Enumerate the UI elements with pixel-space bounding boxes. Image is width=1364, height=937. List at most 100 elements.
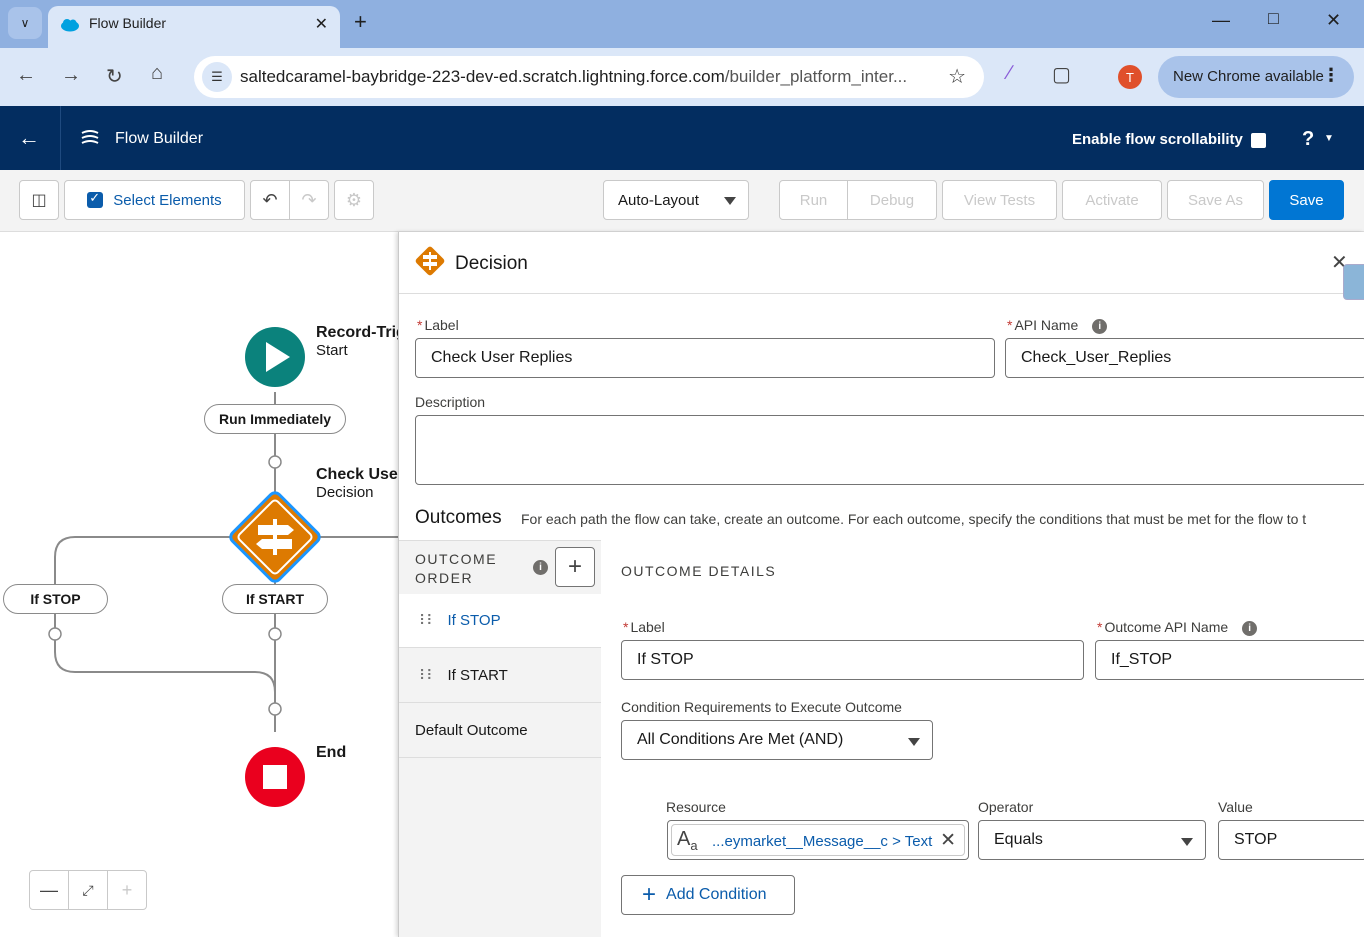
info-icon[interactable]: i <box>1242 620 1258 636</box>
api-name-field-label: * API Name i <box>1007 317 1108 334</box>
outcome-item-default[interactable]: Default Outcome <box>399 704 601 758</box>
condition-requirements-label: Condition Requirements to Execute Outcom… <box>621 699 902 715</box>
label-field-label: * Label <box>417 317 459 333</box>
more-menu-icon: ⋮ <box>1322 65 1340 85</box>
minimize-icon[interactable]: — <box>1212 10 1230 31</box>
add-element-node <box>268 702 282 716</box>
back-arrow-icon[interactable]: ← <box>18 125 40 151</box>
label-input[interactable]: Check User Replies <box>415 338 995 378</box>
resource-field-label: Resource <box>666 799 726 815</box>
branch-if-start-pill[interactable]: If START <box>222 584 328 614</box>
value-field-label: Value <box>1218 799 1253 815</box>
toggle-panel-button[interactable]: ◫ <box>19 180 59 220</box>
extensions-icon[interactable]: ▢ <box>1052 62 1071 87</box>
info-icon[interactable]: i <box>533 560 548 575</box>
outcome-item-label: Default Outcome <box>415 722 528 739</box>
outcome-label-field-label: * Label <box>623 619 665 635</box>
branch-if-stop-pill[interactable]: If STOP <box>3 584 108 614</box>
remove-icon[interactable]: ✕ <box>940 829 956 852</box>
browser-tab-bar: ∨ Flow Builder ✕ + — □ ✕ <box>0 0 1364 48</box>
outcome-item-if-start[interactable]: ⠇⠇ If START <box>399 649 601 703</box>
stop-icon <box>263 765 287 789</box>
value-input[interactable]: STOP <box>1218 820 1364 860</box>
decision-icon <box>415 246 445 276</box>
outcome-api-name-input[interactable]: If_STOP <box>1095 640 1364 680</box>
settings-button[interactable]: ⚙ <box>334 180 374 220</box>
maximize-icon[interactable]: □ <box>1268 8 1279 29</box>
zoom-controls: — ⤢ + <box>29 870 147 910</box>
tab-close-icon[interactable]: ✕ <box>315 14 328 34</box>
outcome-label-input[interactable]: If STOP <box>621 640 1084 680</box>
outcome-order-list: OUTCOME ORDER i + ⠇⠇ If STOP ⠇⠇ If START … <box>399 540 601 937</box>
flow-logo-icon <box>81 130 99 144</box>
operator-field-label: Operator <box>978 799 1034 815</box>
view-tests-button[interactable]: View Tests <box>942 180 1057 220</box>
run-button[interactable]: Run <box>779 180 848 220</box>
select-elements-button[interactable]: Select Elements <box>64 180 245 220</box>
api-name-input[interactable]: Check_User_Replies <box>1005 338 1364 378</box>
drag-handle-icon[interactable]: ⠇⠇ <box>419 667 436 684</box>
info-icon[interactable]: i <box>1092 318 1108 334</box>
gear-icon: ⚙ <box>345 189 363 210</box>
new-tab-icon[interactable]: + <box>354 9 367 35</box>
run-immediately-pill[interactable]: Run Immediately <box>204 404 346 434</box>
forward-icon[interactable]: → <box>61 64 81 87</box>
outcome-item-if-stop[interactable]: ⠇⠇ If STOP <box>399 594 601 648</box>
description-textarea[interactable] <box>415 415 1364 485</box>
add-element-node <box>268 455 282 469</box>
help-icon[interactable]: ? <box>1302 128 1314 151</box>
salesforce-cloud-icon <box>61 19 79 32</box>
browser-tab[interactable]: Flow Builder ✕ <box>48 6 340 48</box>
outcomes-heading: Outcomes <box>415 507 502 528</box>
operator-select[interactable]: Equals <box>978 820 1206 860</box>
resource-pill[interactable]: Aa ...eymarket__Message__c > Text ✕ <box>671 824 965 856</box>
outcomes-description: For each path the flow can take, create … <box>521 511 1307 527</box>
window-close-icon[interactable]: ✕ <box>1326 10 1341 31</box>
tab-search-button[interactable]: ∨ <box>8 7 42 39</box>
address-bar[interactable]: ☰ saltedcaramel-baybridge-223-dev-ed.scr… <box>194 56 984 98</box>
zoom-in-button[interactable]: + <box>107 870 147 910</box>
add-outcome-button[interactable]: + <box>555 547 595 587</box>
save-button[interactable]: Save <box>1269 180 1344 220</box>
save-as-button[interactable]: Save As <box>1167 180 1264 220</box>
back-icon[interactable]: ← <box>16 64 36 87</box>
resource-value: ...eymarket__Message__c > Text <box>712 833 933 850</box>
debug-button[interactable]: Debug <box>847 180 937 220</box>
site-info-icon[interactable]: ☰ <box>202 62 232 92</box>
add-element-node <box>48 627 62 641</box>
pen-extension-icon[interactable]: ∕ <box>1008 62 1011 85</box>
end-node-label: End <box>316 744 347 761</box>
bookmark-star-icon[interactable]: ☆ <box>948 64 966 89</box>
activate-button[interactable]: Activate <box>1062 180 1162 220</box>
condition-requirements-select[interactable]: All Conditions Are Met (AND) <box>621 720 933 760</box>
fit-view-button[interactable]: ⤢ <box>68 870 108 910</box>
redo-button[interactable]: ↷ <box>289 180 329 220</box>
drag-handle-icon[interactable]: ⠇⠇ <box>419 612 436 629</box>
add-condition-button[interactable]: + Add Condition <box>621 875 795 915</box>
home-icon[interactable]: ⌂ <box>151 62 163 85</box>
text-type-icon: Aa <box>677 828 698 853</box>
app-title: Flow Builder <box>115 130 204 147</box>
description-field-label: Description <box>415 394 486 410</box>
plus-icon: + <box>642 881 657 908</box>
outcome-order-heading: OUTCOME ORDER <box>415 551 498 586</box>
undo-button[interactable]: ↶ <box>250 180 290 220</box>
outcome-api-name-field-label: * Outcome API Name i <box>1097 619 1258 636</box>
resource-combobox[interactable]: Aa ...eymarket__Message__c > Text ✕ <box>667 820 969 860</box>
outcome-item-label: If START <box>447 667 508 684</box>
caret-down-icon <box>1181 838 1193 846</box>
url-text[interactable]: saltedcaramel-baybridge-223-dev-ed.scrat… <box>240 67 907 87</box>
scrollability-label: Enable flow scrollability <box>1072 131 1243 148</box>
caret-down-icon <box>724 197 736 205</box>
zoom-out-button[interactable]: — <box>29 870 69 910</box>
new-chrome-available-button[interactable]: New Chrome available ⋮ <box>1158 56 1354 98</box>
tab-title: Flow Builder <box>89 15 167 31</box>
help-caret-icon[interactable]: ▼ <box>1324 133 1334 144</box>
scrollability-checkbox[interactable] <box>1251 133 1266 148</box>
reload-icon[interactable]: ↻ <box>106 64 123 89</box>
header-divider <box>60 106 61 170</box>
layout-select[interactable]: Auto-Layout <box>603 180 749 220</box>
flow-canvas[interactable]: Record-Trig Start Run Immediately Check U… <box>0 232 406 937</box>
panel-expand-tab[interactable] <box>1343 264 1364 300</box>
profile-avatar[interactable]: T <box>1118 65 1142 89</box>
